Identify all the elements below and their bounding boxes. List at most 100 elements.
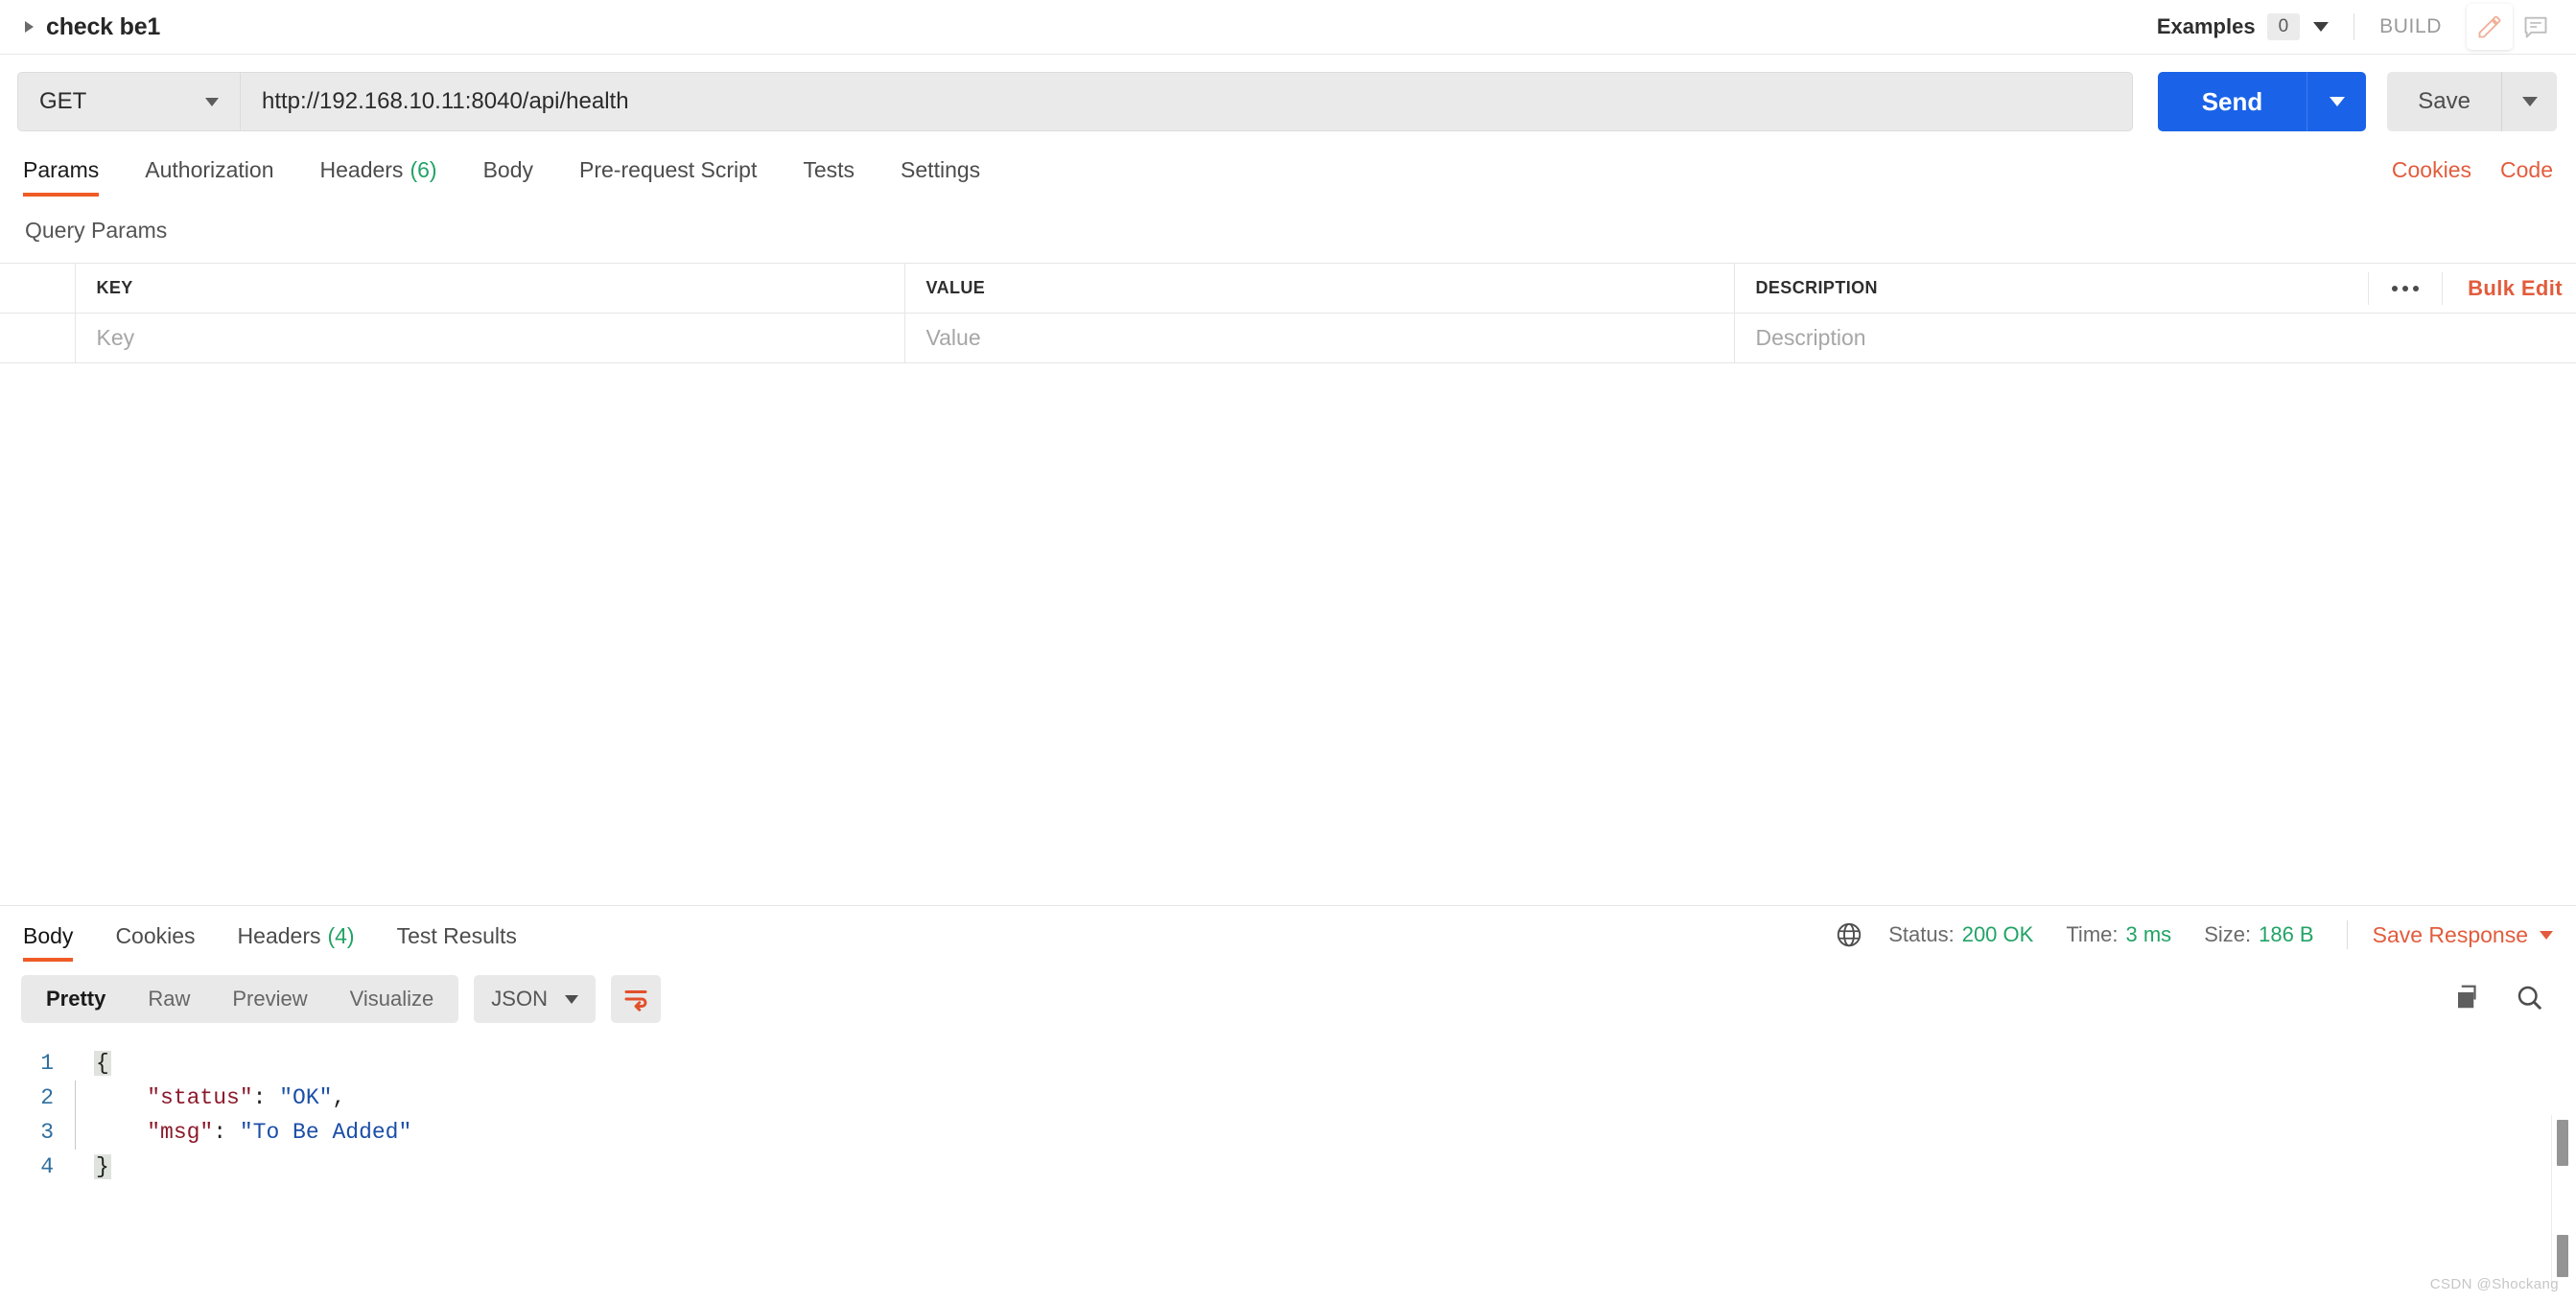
response-tab-test-results[interactable]: Test Results xyxy=(397,923,517,962)
tab-pre-request-script[interactable]: Pre-request Script xyxy=(579,157,757,197)
chevron-down-icon xyxy=(2521,97,2538,106)
save-button[interactable]: Save xyxy=(2387,72,2501,131)
time-value: 3 ms xyxy=(2125,922,2172,946)
view-mode-pretty[interactable]: Pretty xyxy=(25,975,127,1023)
send-options-button[interactable] xyxy=(2307,72,2367,131)
code-link[interactable]: Code xyxy=(2500,157,2553,183)
code-text: "status": "OK", xyxy=(88,1081,345,1115)
code-token: } xyxy=(94,1154,111,1179)
triangle-right-icon[interactable] xyxy=(25,21,34,33)
response-tab-headers[interactable]: Headers (4) xyxy=(238,923,355,962)
bulk-edit-button[interactable]: Bulk Edit xyxy=(2442,271,2576,305)
save-response-button[interactable]: Save Response xyxy=(2373,922,2553,948)
fold-rail xyxy=(75,1115,88,1150)
edit-request-button[interactable] xyxy=(2467,4,2513,50)
dot xyxy=(2392,285,2399,291)
examples-chevron-down-icon[interactable] xyxy=(2313,22,2330,32)
page-title: check be1 xyxy=(46,12,161,40)
copy-button[interactable] xyxy=(2453,983,2482,1016)
view-mode-visualize[interactable]: Visualize xyxy=(329,975,456,1023)
dot xyxy=(2402,285,2409,291)
scrollbar-thumb[interactable] xyxy=(2557,1120,2568,1166)
tab-label: Params xyxy=(23,157,100,182)
query-params-title: Query Params xyxy=(25,218,168,243)
fold-rail xyxy=(75,1150,88,1184)
save-options-button[interactable] xyxy=(2501,72,2557,131)
status-badge: Status: 200 OK xyxy=(1888,922,2033,947)
response-section: Body Cookies Headers (4) Test Results Sta… xyxy=(0,905,2576,1247)
http-method-select[interactable]: GET xyxy=(17,72,240,131)
view-mode-raw[interactable]: Raw xyxy=(127,975,211,1023)
query-params-table: KEY VALUE DESCRIPTION Bulk Edit Key Valu… xyxy=(0,263,2576,363)
tab-headers[interactable]: Headers (6) xyxy=(320,157,437,197)
cookies-link[interactable]: Cookies xyxy=(2392,157,2471,183)
row-checkbox-cell[interactable] xyxy=(0,313,76,363)
tab-settings[interactable]: Settings xyxy=(901,157,980,197)
tab-count: (6) xyxy=(410,157,437,182)
tab-label: Test Results xyxy=(396,923,517,948)
fold-rail xyxy=(75,1081,88,1115)
wrap-lines-button[interactable] xyxy=(610,975,661,1023)
tab-label: Body xyxy=(482,157,533,182)
build-button[interactable]: BUILD xyxy=(2379,15,2442,38)
response-tab-body[interactable]: Body xyxy=(23,923,74,962)
search-icon xyxy=(2517,986,2541,1010)
size-label: Size: xyxy=(2204,922,2252,946)
save-button-group: Save xyxy=(2387,72,2557,131)
column-header-description-label: DESCRIPTION xyxy=(1755,278,1878,297)
code-token: "status" xyxy=(147,1085,253,1110)
code-token: "msg" xyxy=(147,1120,214,1145)
wrap-lines-icon xyxy=(624,990,647,1011)
chevron-down-icon xyxy=(2540,930,2553,940)
tab-body[interactable]: Body xyxy=(483,157,533,197)
send-button[interactable]: Send xyxy=(2157,72,2307,131)
code-token: { xyxy=(94,1051,111,1076)
size-badge: Size: 186 B xyxy=(2204,922,2313,947)
code-token: "To Be Added" xyxy=(239,1120,412,1145)
response-tab-cookies[interactable]: Cookies xyxy=(115,923,195,962)
column-header-key: KEY xyxy=(75,263,905,314)
code-line: 1 { xyxy=(0,1046,2576,1081)
column-header-description: DESCRIPTION Bulk Edit xyxy=(1734,264,2576,314)
http-method-value: GET xyxy=(39,88,87,114)
line-number: 2 xyxy=(40,1085,54,1110)
code-line: 4 } xyxy=(0,1150,2576,1184)
view-mode-preview[interactable]: Preview xyxy=(211,975,328,1023)
ellipsis-icon[interactable] xyxy=(2368,271,2442,305)
request-url-input[interactable] xyxy=(240,72,2133,131)
table-row: Key Value Description xyxy=(0,313,2576,363)
code-line: 3 "msg": "To Be Added" xyxy=(0,1115,2576,1150)
response-view-mode-group: Pretty Raw Preview Visualize xyxy=(21,975,459,1023)
select-all-column xyxy=(0,263,76,314)
tab-label: Headers xyxy=(237,923,321,948)
save-response-label: Save Response xyxy=(2372,921,2528,947)
table-header-row: KEY VALUE DESCRIPTION Bulk Edit xyxy=(0,263,2576,314)
search-button[interactable] xyxy=(2515,983,2543,1016)
tab-params[interactable]: Params xyxy=(23,157,100,197)
examples-count-badge: 0 xyxy=(2266,13,2301,40)
column-header-value: VALUE xyxy=(904,263,1735,314)
chevron-down-icon xyxy=(2329,97,2345,106)
fold-rail xyxy=(75,1046,88,1081)
response-format-select[interactable]: JSON xyxy=(474,975,596,1023)
params-empty-space xyxy=(0,363,2576,905)
param-description-input[interactable]: Description xyxy=(1734,314,2576,363)
response-body-code[interactable]: 1 { 2 "status": "OK", 3 "msg": "To Be Ad… xyxy=(0,1036,2576,1247)
tab-tests[interactable]: Tests xyxy=(803,157,855,197)
scrollbar-thumb-lower[interactable] xyxy=(2557,1235,2568,1277)
tab-label: Headers xyxy=(319,157,404,182)
response-tabs: Body Cookies Headers (4) Test Results Sta… xyxy=(0,906,2576,962)
code-text: { xyxy=(88,1046,111,1081)
response-meta: Status: 200 OK Time: 3 ms Size: 186 B Save … xyxy=(1835,920,2553,962)
watermark: CSDN @Shockang xyxy=(2429,1276,2559,1292)
tab-count: (4) xyxy=(327,923,355,948)
comment-button[interactable] xyxy=(2513,4,2559,50)
tab-authorization[interactable]: Authorization xyxy=(145,157,273,197)
param-key-input[interactable]: Key xyxy=(75,313,905,363)
line-number: 4 xyxy=(40,1154,54,1179)
param-value-input[interactable]: Value xyxy=(904,313,1735,363)
request-header-bar: check be1 Examples 0 BUILD xyxy=(0,0,2576,55)
code-token: : xyxy=(213,1120,240,1145)
